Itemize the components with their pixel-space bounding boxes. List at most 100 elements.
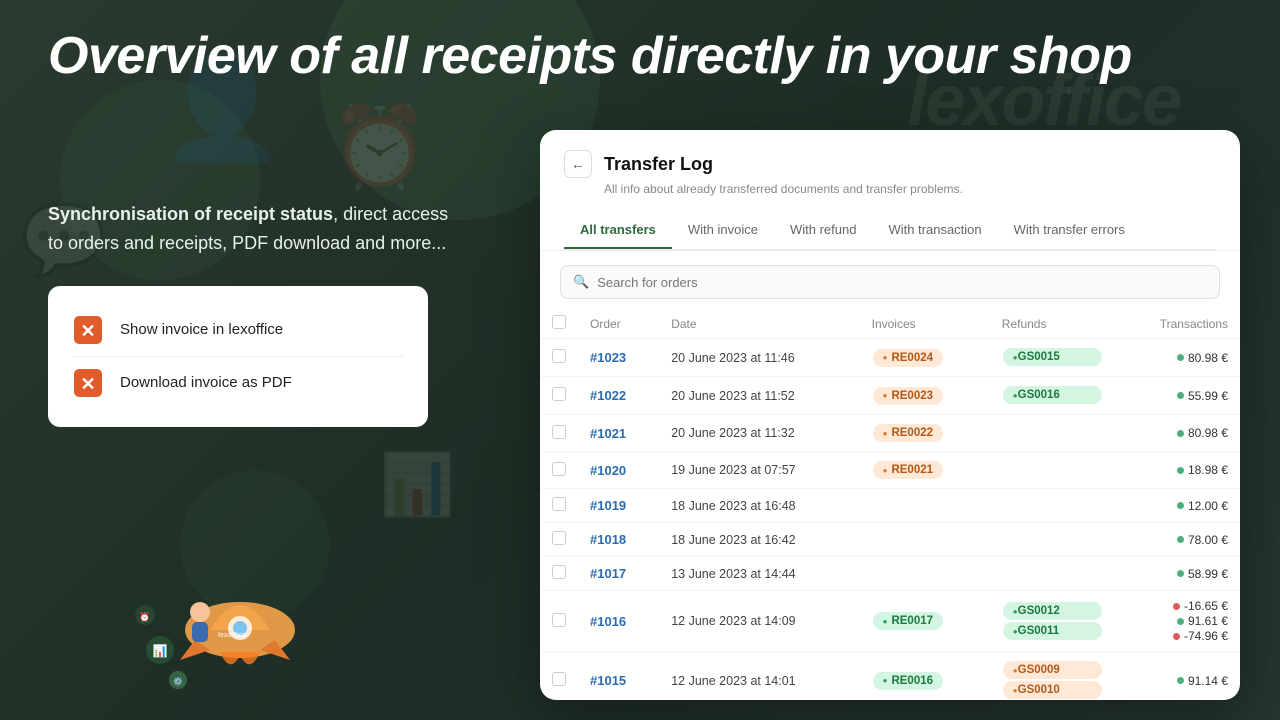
deco-chart: 📊 [380, 449, 455, 520]
row-checkbox-1017[interactable] [540, 557, 578, 591]
tx-dot [1177, 430, 1184, 437]
order-link-1020[interactable]: #1020 [590, 463, 626, 478]
badge-refund-GS0010[interactable]: GS0010 [1003, 681, 1103, 699]
order-link-1017[interactable]: #1017 [590, 566, 626, 581]
col-date: Date [659, 309, 859, 339]
orders-table-wrapper: Order Date Invoices Refunds Transactions… [540, 309, 1240, 700]
order-link-1022[interactable]: #1022 [590, 388, 626, 403]
row-invoices-1017 [860, 557, 990, 591]
feature-show-invoice[interactable]: ✕ Show invoice in lexoffice [72, 304, 404, 356]
lexoffice-x-icon-1: ✕ [72, 314, 104, 346]
tx-dot [1173, 603, 1180, 610]
row-transactions-1022: 55.99 € [1115, 377, 1240, 415]
badge-refund-GS0015[interactable]: GS0015 [1003, 348, 1103, 366]
row-order-1021[interactable]: #1021 [578, 415, 659, 452]
tx-dot [1177, 502, 1184, 509]
row-check[interactable] [552, 672, 566, 686]
page-headline: Overview of all receipts directly in you… [48, 28, 1232, 85]
transaction-amount: 12.00 € [1177, 499, 1228, 513]
row-checkbox-1018[interactable] [540, 523, 578, 557]
badge-invoice-RE0024[interactable]: RE0024 [873, 349, 943, 367]
badge-invoice-RE0017[interactable]: RE0017 [873, 612, 943, 630]
row-invoices-1020: RE0021 [860, 452, 990, 489]
panel-header: ← Transfer Log All info about already tr… [540, 130, 1240, 251]
transaction-amount: 80.98 € [1177, 351, 1228, 365]
tab-with-errors[interactable]: With transfer errors [998, 212, 1141, 249]
badge-invoice-RE0021[interactable]: RE0021 [873, 461, 943, 479]
row-date-1020: 19 June 2023 at 07:57 [659, 452, 859, 489]
tab-with-invoice[interactable]: With invoice [672, 212, 774, 249]
row-checkbox-1015[interactable] [540, 652, 578, 701]
row-invoices-1016: RE0017 [860, 591, 990, 652]
badge-invoice-RE0016[interactable]: RE0016 [873, 672, 943, 690]
order-link-1023[interactable]: #1023 [590, 350, 626, 365]
order-link-1018[interactable]: #1018 [590, 532, 626, 547]
tab-with-transaction[interactable]: With transaction [872, 212, 997, 249]
row-date-1021: 20 June 2023 at 11:32 [659, 415, 859, 452]
row-order-1022[interactable]: #1022 [578, 377, 659, 415]
badge-refund-GS0012[interactable]: GS0012 [1003, 602, 1103, 620]
row-invoices-1018 [860, 523, 990, 557]
order-link-1016[interactable]: #1016 [590, 614, 626, 629]
header-checkbox[interactable] [552, 315, 566, 329]
search-box[interactable]: 🔍 [560, 265, 1220, 299]
row-checkbox-1016[interactable] [540, 591, 578, 652]
svg-text:lexoffice: lexoffice [218, 632, 247, 639]
row-order-1019[interactable]: #1019 [578, 489, 659, 523]
row-checkbox-1020[interactable] [540, 452, 578, 489]
tab-with-refund[interactable]: With refund [774, 212, 872, 249]
row-order-1015[interactable]: #1015 [578, 652, 659, 701]
tx-dot [1177, 618, 1184, 625]
col-checkbox [540, 309, 578, 339]
row-order-1017[interactable]: #1017 [578, 557, 659, 591]
badge-refund-GS0009[interactable]: GS0009 [1003, 661, 1103, 679]
tx-value: 12.00 € [1188, 499, 1228, 513]
transaction-amount: 18.98 € [1177, 463, 1228, 477]
row-check[interactable] [552, 497, 566, 511]
search-input[interactable] [597, 275, 1207, 290]
row-refunds-1019 [990, 489, 1116, 523]
feature-box: ✕ Show invoice in lexoffice ✕ Download i… [48, 286, 428, 427]
row-order-1016[interactable]: #1016 [578, 591, 659, 652]
row-check[interactable] [552, 387, 566, 401]
row-check[interactable] [552, 613, 566, 627]
row-checkbox-1021[interactable] [540, 415, 578, 452]
row-transactions-1019: 12.00 € [1115, 489, 1240, 523]
badge-refund-GS0011[interactable]: GS0011 [1003, 622, 1103, 640]
order-link-1015[interactable]: #1015 [590, 673, 626, 688]
back-button[interactable]: ← [564, 150, 592, 178]
row-invoices-1023: RE0024 [860, 339, 990, 377]
tx-value: 18.98 € [1188, 463, 1228, 477]
tab-all-transfers[interactable]: All transfers [564, 212, 672, 249]
row-checkbox-1023[interactable] [540, 339, 578, 377]
row-check[interactable] [552, 462, 566, 476]
row-order-1018[interactable]: #1018 [578, 523, 659, 557]
row-refunds-1015: GS0009 GS0010 [990, 652, 1116, 701]
row-refunds-1016: GS0012 GS0011 [990, 591, 1116, 652]
tx-dot [1173, 633, 1180, 640]
row-order-1020[interactable]: #1020 [578, 452, 659, 489]
badge-invoice-RE0023[interactable]: RE0023 [873, 387, 943, 405]
transaction-amount: 55.99 € [1177, 389, 1228, 403]
table-row: #102220 June 2023 at 11:52RE0023GS001655… [540, 377, 1240, 415]
search-icon: 🔍 [573, 274, 589, 290]
tx-value: 91.61 € [1188, 614, 1228, 628]
badge-invoice-RE0022[interactable]: RE0022 [873, 424, 943, 442]
row-checkbox-1019[interactable] [540, 489, 578, 523]
row-transactions-1017: 58.99 € [1115, 557, 1240, 591]
row-check[interactable] [552, 565, 566, 579]
transaction-amount: 91.61 € [1177, 614, 1228, 628]
transaction-amount: -16.65 € [1173, 599, 1228, 613]
row-check[interactable] [552, 425, 566, 439]
table-row: #101918 June 2023 at 16:4812.00 € [540, 489, 1240, 523]
order-link-1019[interactable]: #1019 [590, 498, 626, 513]
badge-refund-GS0016[interactable]: GS0016 [1003, 386, 1103, 404]
row-date-1017: 13 June 2023 at 14:44 [659, 557, 859, 591]
row-check[interactable] [552, 349, 566, 363]
row-checkbox-1022[interactable] [540, 377, 578, 415]
row-check[interactable] [552, 531, 566, 545]
col-order: Order [578, 309, 659, 339]
row-order-1023[interactable]: #1023 [578, 339, 659, 377]
order-link-1021[interactable]: #1021 [590, 426, 626, 441]
feature-download-invoice[interactable]: ✕ Download invoice as PDF [72, 356, 404, 409]
